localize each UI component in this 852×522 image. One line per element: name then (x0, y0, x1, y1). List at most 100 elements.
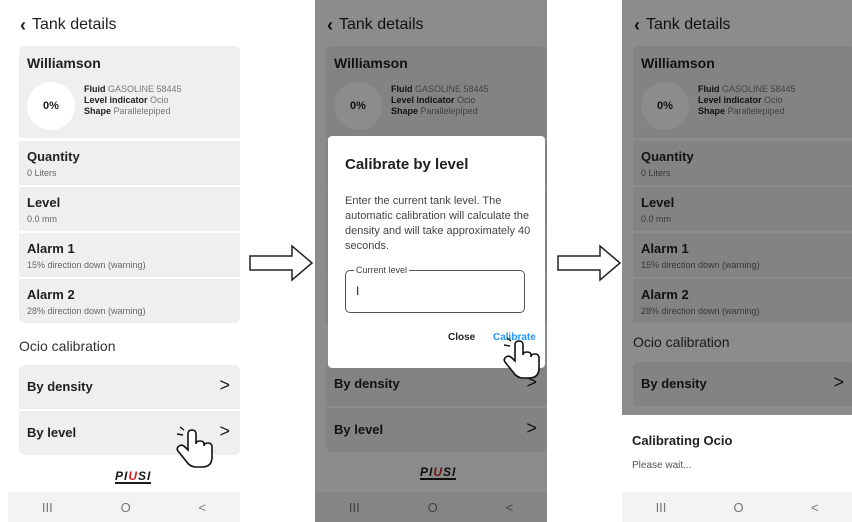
chevron-right-icon: > (833, 372, 844, 392)
back-icon[interactable]: ‹ (20, 16, 26, 34)
arrow-right-icon (249, 244, 314, 282)
quantity-title: Quantity (641, 149, 694, 164)
by-level-label: By level (27, 425, 77, 440)
fluid-label: Fluid (391, 84, 413, 94)
screen-tank-details: ‹ Tank details Williamson 0% Fluid GASOL… (8, 0, 240, 522)
recents-icon[interactable]: III (42, 500, 53, 515)
fluid-label: Fluid (698, 84, 720, 94)
sheet-subtitle: Please wait... (632, 460, 692, 471)
level-title: Level (27, 195, 61, 210)
current-level-label: Current level (354, 265, 410, 275)
chevron-right-icon: > (526, 418, 537, 438)
shape-label: Shape (391, 106, 419, 116)
alarm1-value: 15% direction down (warning) (27, 260, 146, 270)
tank-summary-card: Williamson 0% Fluid GASOLINE 58445 Level… (633, 46, 852, 138)
level-gauge: 0% (334, 82, 382, 130)
home-icon[interactable]: O (121, 500, 131, 515)
alarm2-value: 28% direction down (warning) (641, 306, 760, 316)
back-nav-icon[interactable]: < (506, 500, 514, 515)
by-density-label: By density (27, 379, 93, 394)
level-percent: 0% (350, 100, 366, 112)
text-cursor-icon: I (356, 284, 360, 298)
system-nav-bar: III O < (622, 492, 852, 522)
alarm1-card: Alarm 1 15% direction down (warning) (633, 233, 852, 277)
level-percent: 0% (657, 100, 673, 112)
shape-label: Shape (84, 106, 112, 116)
header: ‹ Tank details (634, 16, 731, 34)
page-title: Tank details (339, 16, 424, 33)
piusi-logo: PIUSI (115, 469, 152, 484)
dialog-body: Enter the current tank level. The automa… (345, 195, 531, 252)
by-density-label: By density (334, 376, 400, 391)
back-nav-icon[interactable]: < (199, 500, 207, 515)
shape-value: Parallelepiped (113, 106, 171, 116)
quantity-card: Quantity 0 Liters (19, 141, 240, 185)
fluid-label: Fluid (84, 84, 106, 94)
by-density-label: By density (641, 376, 707, 391)
fluid-value: GASOLINE 58445 (108, 84, 182, 94)
tank-name: Williamson (334, 55, 408, 71)
fluid-value: GASOLINE 58445 (415, 84, 489, 94)
quantity-value: 0 Liters (27, 168, 57, 178)
chevron-right-icon: > (219, 421, 230, 441)
tank-summary-card: Williamson 0% Fluid GASOLINE 58445 Level… (19, 46, 240, 138)
indicator-label: Level indicator (391, 95, 455, 105)
shape-value: Parallelepiped (420, 106, 478, 116)
tank-name: Williamson (641, 55, 715, 71)
close-button[interactable]: Close (448, 332, 475, 343)
back-nav-icon[interactable]: < (811, 500, 819, 515)
recents-icon[interactable]: III (656, 500, 667, 515)
alarm1-title: Alarm 1 (27, 241, 75, 256)
calibration-section-title: Ocio calibration (633, 334, 730, 350)
alarm2-card: Alarm 2 28% direction down (warning) (19, 279, 240, 323)
header: ‹ Tank details (20, 16, 117, 34)
by-level-label: By level (334, 422, 384, 437)
system-nav-bar: III O < (315, 492, 547, 522)
back-icon[interactable]: ‹ (327, 16, 333, 34)
screen-calibrating: ‹ Tank details Williamson 0% Fluid GASOL… (622, 0, 852, 522)
tank-properties: Fluid GASOLINE 58445 Level indicator Oci… (391, 84, 489, 117)
level-title: Level (641, 195, 675, 210)
alarm2-title: Alarm 2 (27, 287, 75, 302)
page-title: Tank details (32, 16, 117, 33)
tank-name: Williamson (27, 55, 101, 71)
level-gauge: 0% (27, 82, 75, 130)
recents-icon[interactable]: III (349, 500, 360, 515)
alarm1-card: Alarm 1 15% direction down (warning) (19, 233, 240, 277)
home-icon[interactable]: O (428, 500, 438, 515)
indicator-value: Ocio (764, 95, 783, 105)
level-value: 0.0 mm (27, 214, 58, 224)
by-level-button[interactable]: By level > (326, 408, 547, 452)
calibrating-sheet: Calibrating Ocio Please wait... (622, 415, 852, 495)
shape-value: Parallelepiped (727, 106, 785, 116)
back-icon[interactable]: ‹ (634, 16, 640, 34)
home-icon[interactable]: O (734, 500, 744, 515)
level-gauge: 0% (641, 82, 689, 130)
indicator-label: Level indicator (698, 95, 762, 105)
screen-calibrate-dialog: ‹ Tank details Williamson 0% Fluid GASOL… (315, 0, 547, 522)
arrow-right-icon (557, 244, 622, 282)
indicator-value: Ocio (457, 95, 476, 105)
alarm2-card: Alarm 2 28% direction down (warning) (633, 279, 852, 323)
calibration-section-title: Ocio calibration (19, 338, 116, 354)
sheet-title: Calibrating Ocio (632, 433, 733, 448)
tank-properties: Fluid GASOLINE 58445 Level indicator Oci… (698, 84, 796, 117)
tap-hand-icon (176, 426, 213, 468)
header: ‹ Tank details (327, 16, 424, 34)
alarm2-value: 28% direction down (warning) (27, 306, 146, 316)
piusi-logo: PIUSI (420, 465, 457, 480)
current-level-input[interactable]: Current level I (345, 265, 525, 313)
tap-hand-icon (503, 337, 540, 379)
level-value: 0.0 mm (641, 214, 672, 224)
shape-label: Shape (698, 106, 726, 116)
quantity-value: 0 Liters (641, 168, 671, 178)
alarm2-title: Alarm 2 (641, 287, 689, 302)
quantity-card: Quantity 0 Liters (633, 141, 852, 185)
level-card: Level 0.0 mm (633, 187, 852, 231)
level-percent: 0% (43, 100, 59, 112)
by-density-button[interactable]: By density > (19, 365, 240, 409)
dialog-title: Calibrate by level (345, 156, 469, 173)
by-density-button[interactable]: By density > (633, 362, 852, 406)
indicator-value: Ocio (150, 95, 169, 105)
fluid-value: GASOLINE 58445 (722, 84, 796, 94)
